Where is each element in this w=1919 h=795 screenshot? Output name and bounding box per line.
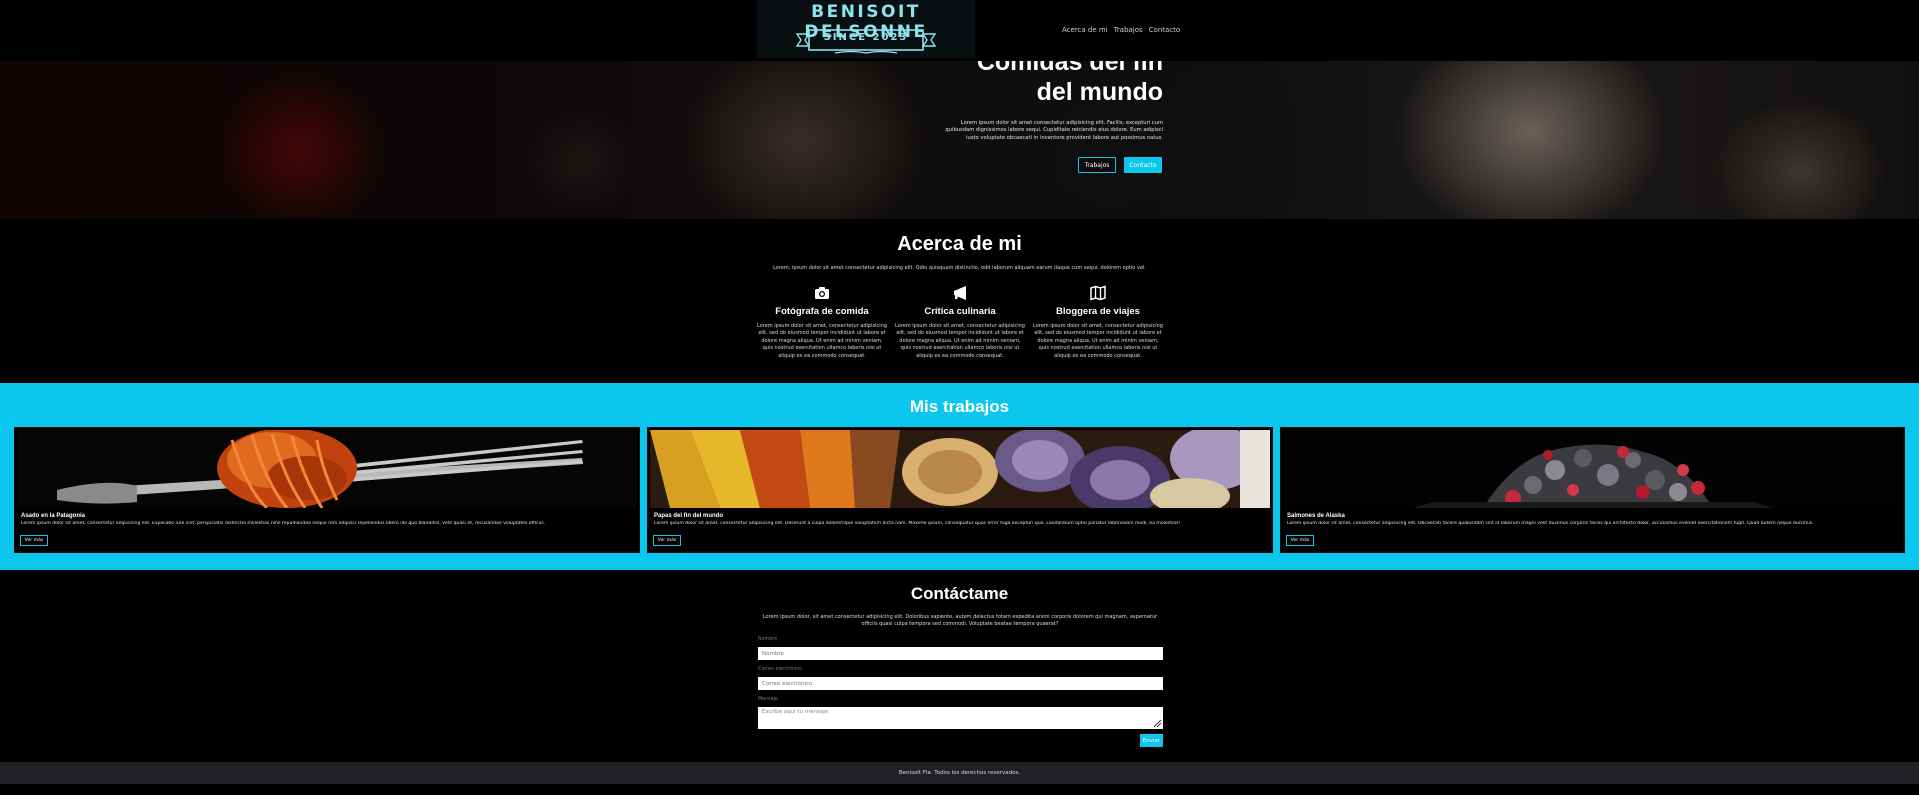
bottom-strip xyxy=(0,784,1919,795)
logo[interactable]: BENISOIT DELSONNE SINCE 2023 xyxy=(757,0,975,58)
works-button[interactable]: Trabajos xyxy=(1078,157,1116,173)
see-more-button[interactable]: Ver más xyxy=(653,535,681,546)
card-text: Lorem ipsum dolor sit amet, consectetur … xyxy=(1287,521,1814,526)
feature-title: Fotógrafa de comida xyxy=(775,306,869,317)
card-title: Papas del fin del mundo xyxy=(654,513,724,519)
card-text: Lorem ipsum dolor sit amet, consectetur … xyxy=(21,521,546,526)
works-title: Mis trabajos xyxy=(909,397,1010,416)
feature-text: Lorem ipsum dolor sit amet, consectetur … xyxy=(1033,323,1163,359)
see-more-button[interactable]: Ver más xyxy=(1286,535,1314,546)
feature-text: Lorem ipsum dolor sit amet, consectetur … xyxy=(757,323,887,359)
work-card: Papas del fin del mundo Lorem ipsum dolo… xyxy=(647,427,1273,553)
site-header: BENISOIT DELSONNE SINCE 2023 Acerca de m… xyxy=(0,0,1919,61)
contact-title: Contáctame xyxy=(910,584,1009,603)
feature-title: Bloggera de viajes xyxy=(1056,306,1140,317)
logo-since: SINCE 2023 xyxy=(823,32,909,43)
feature-text: Lorem ipsum dolor sit amet, consectetur … xyxy=(895,323,1025,359)
works-section: Mis trabajos Asado en la Patagonia Lorem… xyxy=(0,383,1919,570)
hero-title-line2: del mundo xyxy=(1036,78,1163,106)
card-image-pasta xyxy=(17,430,637,508)
site-footer: Benisoit Fla. Todos los derechos reserva… xyxy=(0,762,1919,784)
see-more-button[interactable]: Ver más xyxy=(20,535,48,546)
card-image-salmon xyxy=(1283,430,1902,508)
card-image-potatoes xyxy=(650,430,1270,508)
hero-title-line1: Comidas del fin xyxy=(976,61,1163,76)
hero-section: Comidas del fin del mundo Lorem ipsum do… xyxy=(0,61,1919,219)
about-section: Acerca de mi Lorem, ipsum dolor sit amet… xyxy=(0,219,1919,383)
email-label: Correo electrónico xyxy=(758,667,802,672)
work-card: Salmones de Alaska Lorem ipsum dolor sit… xyxy=(1280,427,1905,553)
message-placeholder: Escribe aquí tu mensaje xyxy=(762,709,829,715)
contact-button[interactable]: Contacto xyxy=(1124,157,1162,173)
resize-handle-icon[interactable] xyxy=(1153,719,1162,728)
hero-title: Comidas del fin del mundo xyxy=(863,61,1163,107)
name-label: Nombre xyxy=(758,637,778,642)
card-title: Asado en la Patagonia xyxy=(21,513,86,519)
feature-title: Crítica culinaria xyxy=(924,306,996,317)
email-input[interactable] xyxy=(758,677,1163,690)
message-label: Mensaje xyxy=(758,697,778,702)
nav-works[interactable]: Trabajos xyxy=(1114,26,1143,34)
feature-photographer: Fotógrafa de comida Lorem ipsum dolor si… xyxy=(757,285,887,360)
nav-about[interactable]: Acerca de mi xyxy=(1062,26,1108,34)
card-title: Salmones de Alaska xyxy=(1287,513,1345,519)
contact-intro: Lorem ipsum dolor, sit amet consectetur … xyxy=(762,614,1158,627)
about-intro: Lorem, ipsum dolor sit amet consectetur … xyxy=(773,265,1146,271)
name-input[interactable] xyxy=(758,647,1163,660)
about-title: Acerca de mi xyxy=(897,233,1022,255)
message-textarea[interactable]: Escribe aquí tu mensaje xyxy=(758,707,1163,729)
work-card: Asado en la Patagonia Lorem ipsum dolor … xyxy=(14,427,640,553)
nav-contact[interactable]: Contacto xyxy=(1149,26,1181,34)
hero-text: Lorem ipsum dolor sit amet consectetur a… xyxy=(945,120,1163,141)
footer-text: Benisoit Fla. Todos los derechos reserva… xyxy=(898,770,1021,776)
contact-section: Contáctame Lorem ipsum dolor, sit amet c… xyxy=(0,570,1919,762)
card-text: Lorem ipsum dolor sit amet, consectetur … xyxy=(654,521,1181,526)
megaphone-icon xyxy=(954,286,966,300)
main-nav: Acerca de mi Trabajos Contacto xyxy=(1062,26,1180,34)
feature-critic: Crítica culinaria Lorem ipsum dolor sit … xyxy=(895,285,1025,360)
feature-blogger: Bloggera de viajes Lorem ipsum dolor sit… xyxy=(1033,285,1163,360)
camera-icon xyxy=(815,287,829,299)
send-button[interactable]: Enviar xyxy=(1140,734,1163,747)
map-icon xyxy=(1090,285,1106,301)
